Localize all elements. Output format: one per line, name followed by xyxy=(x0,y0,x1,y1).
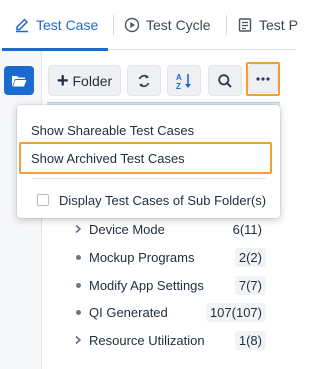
menu-item-label: Show Archived Test Cases xyxy=(31,150,185,166)
more-icon xyxy=(256,76,270,81)
tab-test-plan-label: Test P xyxy=(259,17,298,33)
tree-item-label: Modify App Settings xyxy=(89,277,204,293)
tree-item-resource-utilization[interactable]: Resource Utilization 1(8) xyxy=(70,328,266,352)
refresh-icon xyxy=(138,74,150,87)
menu-item-label: Show Shareable Test Cases xyxy=(31,122,195,138)
chevron-right-icon[interactable] xyxy=(70,335,86,345)
sub-folder-option[interactable]: Display Test Cases of Sub Folder(s) xyxy=(17,187,280,213)
tree-item-modify-app-settings[interactable]: Modify App Settings 7(7) xyxy=(70,273,266,297)
tree-item-label: Resource Utilization xyxy=(89,332,205,348)
bullet-icon xyxy=(75,282,81,288)
search-icon xyxy=(218,73,232,88)
tree-item-label: Device Mode xyxy=(89,221,165,237)
tab-divider xyxy=(226,15,227,35)
add-folder-label: Folder xyxy=(72,72,113,89)
tab-test-case-label: Test Case xyxy=(36,17,99,33)
plus-icon: + xyxy=(56,69,69,92)
menu-item-show-shareable[interactable]: Show Shareable Test Cases xyxy=(17,116,280,144)
bullet-icon xyxy=(75,309,81,315)
tab-test-plan[interactable]: Test P xyxy=(237,0,298,50)
folder-open-icon xyxy=(12,75,27,86)
svg-text:Z: Z xyxy=(176,82,181,90)
more-options-menu: Show Shareable Test Cases Show Archived … xyxy=(17,105,280,218)
tree-item-count: 6(11) xyxy=(232,221,262,237)
tab-test-case[interactable]: Test Case xyxy=(1,0,109,51)
tree-item-count: 2(2) xyxy=(234,247,266,267)
tree-item-label: QI Generated xyxy=(89,304,168,320)
folder-panel-toggle[interactable] xyxy=(4,66,34,95)
tab-test-cycle[interactable]: Test Cycle xyxy=(124,0,211,50)
menu-item-show-archived[interactable]: Show Archived Test Cases xyxy=(17,144,280,172)
test-plan-icon xyxy=(238,18,252,32)
sort-button[interactable]: A Z xyxy=(167,65,201,96)
chevron-right-icon[interactable] xyxy=(70,224,86,234)
search-button[interactable] xyxy=(208,65,242,96)
bullet-icon xyxy=(75,254,81,260)
tree-item-label: Mockup Programs xyxy=(89,249,195,265)
add-folder-button[interactable]: + Folder xyxy=(48,65,121,96)
sort-icon: A Z xyxy=(176,73,191,90)
tree-item-device-mode[interactable]: Device Mode 6(11) xyxy=(70,217,266,241)
test-cycle-icon xyxy=(124,17,140,33)
tree-item-count: 1(8) xyxy=(234,330,266,350)
tab-divider xyxy=(113,15,114,35)
menu-divider xyxy=(31,178,266,179)
tree-item-qi-generated[interactable]: QI Generated 107(107) xyxy=(70,300,266,324)
svg-text:A: A xyxy=(176,73,182,82)
more-options-button[interactable] xyxy=(248,64,278,93)
tree-item-count: 7(7) xyxy=(234,275,266,295)
refresh-button[interactable] xyxy=(127,65,161,96)
sub-folder-checkbox[interactable] xyxy=(37,194,49,206)
test-case-icon xyxy=(16,18,29,33)
tree-item-count: 107(107) xyxy=(205,302,266,322)
tab-test-cycle-label: Test Cycle xyxy=(146,17,211,33)
tree-item-mockup-programs[interactable]: Mockup Programs 2(2) xyxy=(70,245,266,269)
sub-folder-checkbox-label: Display Test Cases of Sub Folder(s) xyxy=(59,192,267,208)
tab-bar: Test Case Test Cycle Test P xyxy=(0,0,298,51)
